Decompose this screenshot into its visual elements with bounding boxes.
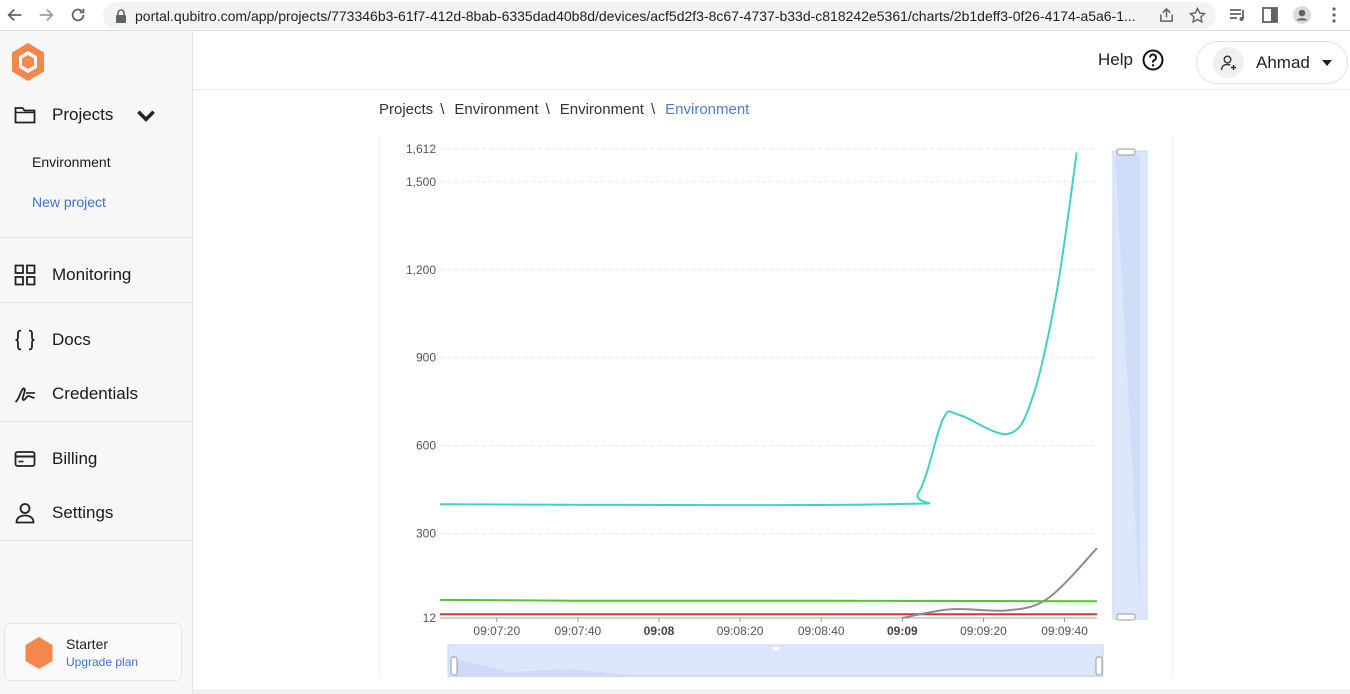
x-tick-label: 09:09:20 bbox=[960, 624, 1007, 638]
bookmark-star-icon[interactable] bbox=[1189, 7, 1206, 24]
breadcrumb: Projects \ Environment \ Environment \ E… bbox=[379, 101, 749, 118]
back-button[interactable] bbox=[1, 1, 29, 29]
grid-icon bbox=[14, 264, 36, 286]
sidebar-item-monitoring[interactable]: Monitoring bbox=[0, 263, 192, 287]
plan-card: Starter Upgrade plan bbox=[4, 623, 182, 681]
x-tick-label: 09:08:40 bbox=[798, 624, 845, 638]
y-tick-label: 12 bbox=[423, 611, 437, 625]
address-bar[interactable]: portal.qubitro.com/app/projects/773346b3… bbox=[103, 2, 1216, 29]
profile-icon[interactable] bbox=[1292, 5, 1312, 25]
sidebar-item-label: Billing bbox=[52, 449, 98, 468]
y-zoom-handle-bottom bbox=[1116, 613, 1136, 621]
lock-icon bbox=[116, 8, 126, 23]
breadcrumb-environment-chart: Environment bbox=[665, 101, 750, 118]
sidebar: Projects Environment New project Monitor… bbox=[0, 31, 193, 694]
chevron-down-icon[interactable] bbox=[134, 103, 158, 127]
sidebar-item-label: Docs bbox=[52, 330, 91, 349]
y-tick-label: 1,200 bbox=[406, 263, 436, 277]
chart-panel: 1,612 1,500 1,200 900 600 300 12 09:07:20 09:07:… bbox=[379, 137, 1173, 677]
series-line-2 bbox=[439, 598, 1098, 603]
arrow-right-icon bbox=[39, 8, 54, 22]
x-tick-label: 09:08 bbox=[644, 624, 675, 638]
x-zoom-handle-left bbox=[450, 656, 458, 676]
sidebar-divider bbox=[0, 540, 192, 541]
breadcrumb-separator: \ bbox=[650, 101, 656, 118]
qubitro-logo-icon[interactable] bbox=[10, 42, 46, 82]
sidebar-item-label: Credentials bbox=[52, 384, 138, 403]
breadcrumb-environment-project[interactable]: Environment bbox=[454, 101, 538, 118]
user-icon bbox=[15, 503, 35, 524]
y-tick-label: 600 bbox=[416, 439, 436, 453]
sidebar-item-settings[interactable]: Settings bbox=[0, 501, 192, 525]
series-line-1 bbox=[439, 152, 1078, 507]
breadcrumb-environment-device[interactable]: Environment bbox=[560, 101, 644, 118]
media-queue-icon[interactable] bbox=[1228, 5, 1248, 25]
x-zoom-handle-right bbox=[1095, 656, 1103, 676]
x-tick-label: 09:07:20 bbox=[473, 624, 520, 638]
question-circle-icon bbox=[1142, 49, 1164, 71]
page-footer-strip bbox=[193, 689, 1350, 694]
browser-toolbar: portal.qubitro.com/app/projects/773346b3… bbox=[0, 0, 1350, 31]
sidebar-divider bbox=[0, 421, 192, 422]
add-user-icon bbox=[1220, 55, 1236, 70]
y-zoom-handle-top bbox=[1116, 148, 1136, 156]
plan-hexagon-icon bbox=[25, 637, 53, 669]
breadcrumb-separator: \ bbox=[440, 101, 445, 118]
x-tick-label: 09:09 bbox=[887, 624, 918, 638]
sidebar-item-billing[interactable]: Billing bbox=[0, 447, 192, 471]
sidebar-item-label: Settings bbox=[52, 503, 114, 522]
sidebar-item-projects[interactable]: Projects bbox=[0, 103, 192, 127]
sidebar-item-credentials[interactable]: Credentials bbox=[0, 382, 192, 406]
plan-name: Starter bbox=[66, 636, 109, 652]
upgrade-plan-link[interactable]: Upgrade plan bbox=[66, 655, 138, 669]
help-button[interactable]: Help bbox=[1098, 49, 1164, 71]
sidebar-divider bbox=[0, 302, 192, 303]
sidebar-item-label: Monitoring bbox=[52, 265, 132, 284]
series-line-4 bbox=[902, 547, 1098, 619]
x-tick-label: 09:09:40 bbox=[1041, 624, 1088, 638]
y-tick-label: 1,612 bbox=[406, 142, 436, 156]
kebab-menu-icon[interactable] bbox=[1324, 5, 1344, 25]
top-header: Help Ahmad bbox=[193, 31, 1350, 90]
side-panel-icon[interactable] bbox=[1260, 5, 1280, 25]
x-tick-label: 09:08:20 bbox=[717, 624, 764, 638]
avatar bbox=[1213, 47, 1244, 78]
reload-icon bbox=[71, 8, 85, 22]
x-zoom-grip bbox=[773, 647, 779, 650]
y-tick-label: 300 bbox=[416, 527, 436, 541]
user-name: Ahmad bbox=[1256, 52, 1310, 72]
share-icon[interactable] bbox=[1158, 7, 1175, 24]
url-text: portal.qubitro.com/app/projects/773346b3… bbox=[135, 7, 1136, 24]
sidebar-subitem-new-project[interactable]: New project bbox=[32, 194, 106, 210]
line-chart[interactable]: 1,612 1,500 1,200 900 600 300 12 09:07:20 09:07:… bbox=[380, 137, 1174, 677]
credit-card-icon bbox=[14, 451, 36, 467]
user-menu-button[interactable]: Ahmad bbox=[1196, 41, 1348, 84]
y-tick-label: 1,500 bbox=[406, 175, 436, 189]
arrow-left-icon bbox=[7, 8, 22, 22]
signature-icon bbox=[14, 387, 35, 403]
x-tick-label: 09:07:40 bbox=[555, 624, 602, 638]
y-tick-label: 900 bbox=[416, 351, 436, 365]
sidebar-item-label: Projects bbox=[52, 105, 114, 124]
breadcrumb-projects[interactable]: Projects bbox=[379, 101, 433, 118]
sidebar-divider bbox=[0, 237, 192, 238]
help-label: Help bbox=[1098, 50, 1133, 69]
curly-braces-icon bbox=[15, 329, 35, 351]
folder-icon bbox=[14, 107, 36, 124]
caret-down-icon bbox=[1321, 59, 1332, 66]
forward-button[interactable] bbox=[32, 1, 60, 29]
sidebar-subitem-environment[interactable]: Environment bbox=[32, 154, 111, 170]
breadcrumb-separator: \ bbox=[545, 101, 550, 118]
reload-button[interactable] bbox=[64, 1, 92, 29]
sidebar-item-docs[interactable]: Docs bbox=[0, 328, 192, 352]
